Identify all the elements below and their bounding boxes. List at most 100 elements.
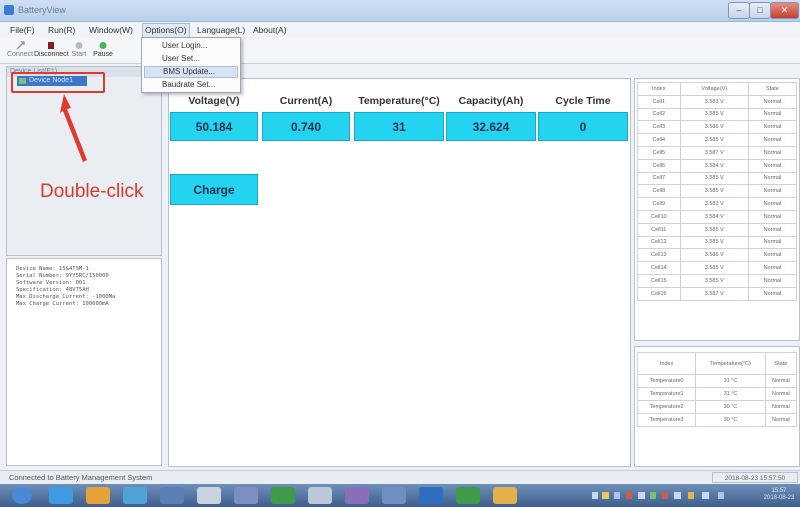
window-icon[interactable] (382, 487, 406, 504)
start-button[interactable]: Start (68, 40, 90, 62)
menu-item-baudrate-set[interactable]: Baudrate Set... (144, 79, 238, 91)
cell-voltage-table: Index Voltage(V) State Cell1 3.583 V Normal C… (637, 82, 798, 301)
table-cell: Cell11 (637, 222, 681, 237)
table-cell: Normal (747, 209, 798, 224)
table-cell: Cell13 (637, 248, 681, 263)
cell-table-row[interactable]: Cell7 3.585 V Normal (637, 171, 798, 186)
photo-icon[interactable] (493, 487, 517, 504)
cell-table-row[interactable]: Cell10 3.584 V Normal (637, 209, 798, 224)
minimize-button[interactable]: – (728, 2, 750, 19)
cell-table-row[interactable]: Cell1 3.583 V Normal (637, 94, 798, 109)
charge-button[interactable]: Charge (170, 174, 258, 205)
taskbar-clock[interactable]: 15:57 2018-08-23 (760, 488, 798, 503)
device-info-panel: Device Name: 15&4TSM-1 Serial Number: 9Y… (6, 258, 162, 466)
cell-table-row[interactable]: Cell15 3.585 V Normal (637, 273, 798, 288)
tray-icons (592, 492, 724, 499)
maximize-button[interactable]: □ (749, 2, 771, 19)
table-cell: Normal (747, 94, 798, 109)
app-icon[interactable] (160, 487, 184, 504)
table-header-cell: Voltage(V) (679, 82, 749, 96)
table-header-cell: Index (636, 352, 697, 375)
temperature-table-row[interactable]: Temperature0 31 °C Normal (636, 374, 798, 388)
table-header-row: Index Temperature(°C) State (636, 352, 798, 375)
table-cell: Cell3 (637, 120, 681, 135)
menu-item-user-login[interactable]: User Login... (144, 40, 238, 52)
cell-table-row[interactable]: Cell12 3.585 V Normal (637, 235, 798, 250)
menu-window[interactable]: Window(W) (89, 24, 133, 36)
cell-table-row[interactable]: Cell8 3.585 V Normal (637, 184, 798, 199)
table-header-cell: Index (637, 82, 681, 96)
table-cell: 3.583 V (679, 94, 749, 109)
cell-table-row[interactable]: Cell4 3.585 V Normal (637, 133, 798, 147)
menu-file[interactable]: File(F) (10, 24, 35, 36)
files-icon[interactable] (308, 487, 332, 504)
temperature-value: 31 (354, 112, 444, 141)
temperature-table-row[interactable]: Temperature3 30 °C Normal (636, 413, 798, 427)
cell-table-row[interactable]: Cell11 3.585 V Normal (637, 222, 798, 237)
voltage-value: 50.184 (170, 112, 258, 141)
table-cell: Normal (747, 171, 798, 186)
cell-table-row[interactable]: Cell6 3.584 V Normal (637, 158, 798, 173)
paint-icon[interactable] (197, 487, 221, 504)
start-orb-icon[interactable] (12, 487, 32, 504)
clock-time: 15:57 (771, 488, 787, 494)
menu-about[interactable]: About(A) (253, 24, 287, 36)
menu-item-user-set[interactable]: User Set... (144, 53, 238, 65)
cell-table-row[interactable]: Cell5 3.587 V Normal (637, 145, 798, 160)
annotation-arrow-icon (60, 94, 87, 162)
table-cell: Normal (747, 133, 798, 147)
table-cell: 3.587 V (679, 145, 749, 160)
table-cell: Normal (747, 273, 798, 288)
cell-table-row[interactable]: Cell13 3.586 V Normal (637, 248, 798, 263)
close-button[interactable]: ✕ (770, 2, 799, 19)
table-cell: Normal (764, 413, 798, 427)
cell-table-row[interactable]: Cell14 3.585 V Normal (637, 261, 798, 275)
cell-table-row[interactable]: Cell3 3.586 V Normal (637, 120, 798, 135)
title-bar: BatteryView – □ ✕ (0, 0, 800, 22)
status-bar: Connected to Battery Management System 2… (0, 470, 800, 484)
info-software-version: Software Version: 001 (16, 280, 86, 286)
word-icon[interactable] (419, 487, 443, 504)
menu-item-bms-update[interactable]: BMS Update... (144, 66, 238, 78)
table-cell: Cell9 (637, 197, 681, 211)
chrome-icon[interactable] (123, 487, 147, 504)
taskbar: 15:57 2018-08-23 (0, 484, 800, 507)
table-cell: 3.584 V (679, 158, 749, 173)
capacity-value: 32.624 (446, 112, 536, 141)
cell-table-row[interactable]: Cell9 3.582 V Normal (637, 197, 798, 211)
table-cell: Cell1 (637, 94, 681, 109)
menu-language[interactable]: Language(L) (197, 24, 245, 36)
table-cell: Normal (747, 286, 798, 301)
table-cell: Cell2 (637, 107, 681, 122)
menu-run[interactable]: Run(R) (48, 24, 75, 36)
table-cell: Temperature3 (636, 413, 697, 427)
table-cell: 3.585 V (679, 107, 749, 122)
table-cell: Cell14 (637, 261, 681, 275)
excel-icon[interactable] (271, 487, 295, 504)
tool-icon[interactable] (234, 487, 258, 504)
table-cell: 3.587 V (679, 286, 749, 301)
table-cell: 3.585 V (679, 273, 749, 288)
table-cell: 31 °C (695, 374, 766, 388)
media-icon[interactable] (86, 487, 110, 504)
ie-icon[interactable] (49, 487, 73, 504)
connect-label: Connect (6, 51, 34, 58)
pause-button[interactable]: Pause (90, 40, 116, 62)
table-cell: Cell4 (637, 133, 681, 147)
settings-icon[interactable] (345, 487, 369, 504)
disconnect-button[interactable]: Disconnect (34, 40, 69, 62)
table-header-cell: Temperature(°C) (695, 352, 766, 375)
table-cell: 3.585 V (679, 184, 749, 199)
sheet-icon[interactable] (456, 487, 480, 504)
temperature-table-row[interactable]: Temperature2 30 °C Normal (636, 400, 798, 414)
cell-table-row[interactable]: Cell16 3.587 V Normal (637, 286, 798, 301)
disconnect-icon (48, 42, 54, 49)
connect-icon (16, 41, 25, 50)
connect-button[interactable]: Connect (6, 40, 34, 62)
temperature-table-row[interactable]: Temperature1 31 °C Normal (636, 387, 798, 401)
table-cell: Cell5 (637, 145, 681, 160)
table-cell: Temperature1 (636, 387, 697, 401)
pause-label: Pause (93, 51, 113, 58)
table-cell: Cell7 (637, 171, 681, 186)
cell-table-row[interactable]: Cell2 3.585 V Normal (637, 107, 798, 122)
